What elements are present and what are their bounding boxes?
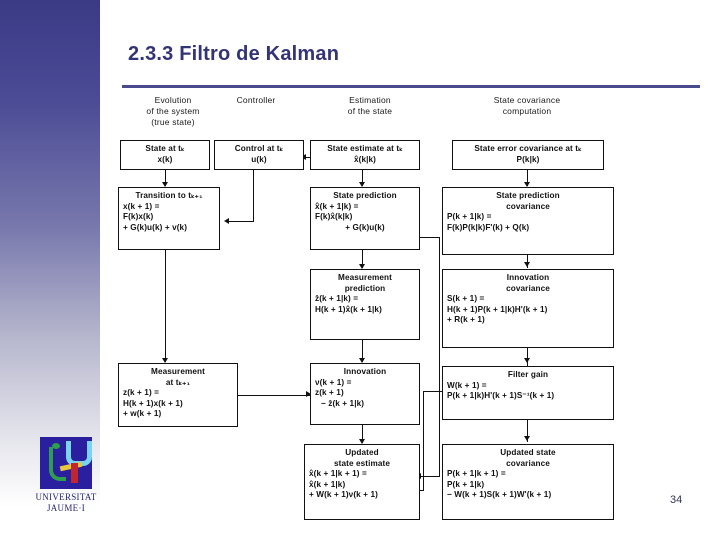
node-header: Measurement (151, 367, 205, 376)
node-equation: x̂(k + 1|k) (309, 479, 346, 489)
node-equation: H(k + 1)P(k + 1|k)H'(k + 1) (447, 304, 548, 314)
node-header: Transition to tₖ₊₁ (135, 191, 203, 200)
node-equation: H(k + 1)x̂(k + 1|k) (315, 304, 382, 314)
node-header: Measurement (338, 273, 392, 282)
node-header: State error covariance at tₖ (474, 144, 582, 153)
connector-predcov-bus-vertical (438, 237, 440, 477)
connector-innovcov-to-gain (527, 348, 529, 366)
node-innovation: Innovation ν(k + 1) = z(k + 1) − ẑ(k + … (310, 363, 420, 425)
node-header: prediction (344, 283, 386, 293)
logo-j-dot-icon (52, 443, 60, 449)
node-equation: x̂(k|k) (353, 154, 376, 164)
node-header: Updated state (500, 448, 556, 457)
column-header-line: of the system (146, 106, 200, 116)
node-updated-state-covariance: Updated state covariance P(k + 1|k + 1) … (442, 444, 614, 520)
column-header-line: Controller (236, 95, 276, 105)
column-header-estimation: Estimation of the state (310, 95, 430, 117)
logo-text-jaume: JAUME·I (46, 503, 86, 513)
connector-control-to-transition (228, 220, 253, 222)
node-equation: F(k)P(k|k)F'(k) + Q(k) (447, 222, 530, 232)
node-equation: P(k + 1|k)H'(k + 1)S⁻¹(k + 1) (447, 391, 555, 401)
node-equation: F(k)x(k) (123, 212, 154, 222)
node-equation: z(k + 1) = (123, 388, 160, 398)
node-state-error-covariance-at-k: State error covariance at tₖ P(k|k) (452, 140, 604, 170)
node-equation: u(k) (251, 154, 267, 164)
university-logo: UNIVERSITAT JAUME·I (30, 437, 102, 513)
node-equation: x(k) (157, 154, 173, 164)
node-equation: + G(k)u(k) + v(k) (123, 222, 188, 232)
node-header: Innovation (343, 367, 387, 376)
node-measurement: Measurement at tₖ₊₁ z(k + 1) = H(k + 1)x… (118, 363, 238, 427)
node-header: at tₖ₊₁ (165, 377, 191, 387)
node-header: covariance (506, 201, 550, 211)
column-header-line: (true state) (151, 117, 195, 127)
node-state-at-k: State at tₖ x(k) (120, 140, 210, 170)
column-header-covariance: State covariance computation (452, 95, 602, 117)
node-header: covariance (506, 458, 550, 468)
node-equation: P(k + 1|k + 1) = (447, 469, 506, 479)
arrowhead-down (523, 358, 530, 363)
node-header: covariance (506, 283, 550, 293)
arrowhead-down (523, 436, 530, 441)
node-equation: x(k + 1) = (123, 201, 160, 211)
logo-letter-i-icon (71, 463, 78, 483)
node-equation: − ẑ(k + 1|k) (321, 398, 365, 408)
node-header: State prediction (333, 191, 397, 200)
connector-transition-to-measurement (165, 250, 167, 362)
node-equation: x̂(k + 1|k + 1) = (309, 469, 367, 479)
node-equation: − W(k + 1)S(k + 1)W'(k + 1) (447, 490, 552, 500)
node-header: state estimate (333, 458, 390, 468)
node-equation: P(k + 1|k) = (447, 212, 492, 222)
node-control-at-k: Control at tₖ u(k) (214, 140, 304, 170)
logo-letter-j-icon (49, 447, 66, 481)
connector-measurement-to-innovation (238, 394, 310, 396)
node-state-estimate-at-k: State estimate at tₖ x̂(k|k) (310, 140, 420, 170)
node-equation: P(k + 1|k) (447, 479, 485, 489)
node-header: Innovation (506, 273, 550, 282)
node-innovation-covariance: Innovation covariance S(k + 1) = H(k + 1… (442, 269, 614, 348)
node-equation: x̂(k + 1|k) = (315, 201, 359, 211)
node-state-prediction-covariance: State prediction covariance P(k + 1|k) =… (442, 187, 614, 255)
node-state-prediction: State prediction x̂(k + 1|k) = F(k)x̂(k|… (310, 187, 420, 250)
node-updated-state-estimate: Updated state estimate x̂(k + 1|k + 1) =… (304, 444, 420, 520)
connector-gain-bus-top (424, 391, 442, 393)
node-equation: ν(k + 1) = (315, 377, 352, 387)
node-equation: + W(k + 1)ν(k + 1) (309, 490, 378, 500)
logo-mark-icon (40, 437, 92, 489)
node-header: Control at tₖ (234, 144, 284, 153)
node-equation: + G(k)u(k) (345, 222, 385, 232)
node-equation: S(k + 1) = (447, 294, 485, 304)
column-header-line: Estimation (349, 95, 391, 105)
node-filter-gain: Filter gain W(k + 1) = P(k + 1|k)H'(k + … (442, 366, 614, 420)
column-header-line: computation (502, 106, 552, 116)
node-header: State prediction (496, 191, 560, 200)
column-header-line: of the state (347, 106, 393, 116)
node-equation: + w(k + 1) (123, 409, 162, 419)
page-number: 34 (670, 494, 683, 506)
node-header: Filter gain (507, 370, 549, 379)
node-equation: + R(k + 1) (447, 315, 485, 325)
logo-text-universitat: UNIVERSITAT (35, 492, 97, 502)
column-header-controller: Controller (208, 95, 304, 106)
arrowhead-left (224, 217, 229, 224)
kalman-filter-flow-diagram: Evolution of the system (true state) Con… (0, 0, 720, 540)
connector-predcov-bus-top (420, 237, 440, 239)
node-equation: ẑ(k + 1|k) = (315, 294, 359, 304)
node-header: State at tₖ (145, 144, 185, 153)
node-equation: H(k + 1)x(k + 1) (123, 398, 183, 408)
connector-gain-bus-vertical (422, 391, 424, 491)
node-equation: W(k + 1) = (447, 380, 487, 390)
node-header: State estimate at tₖ (327, 144, 403, 153)
node-equation: F(k)x̂(k|k) (315, 212, 353, 222)
node-transition: Transition to tₖ₊₁ x(k + 1) = F(k)x(k) +… (118, 187, 220, 250)
arrowhead-down (523, 262, 530, 267)
connector-control-down (253, 170, 255, 222)
node-header: Updated (345, 448, 379, 457)
node-equation: P(k|k) (516, 154, 540, 164)
column-header-line: State covariance (493, 95, 561, 105)
node-equation: z(k + 1) (315, 388, 344, 398)
node-measurement-prediction: Measurement prediction ẑ(k + 1|k) = H(k… (310, 269, 420, 340)
